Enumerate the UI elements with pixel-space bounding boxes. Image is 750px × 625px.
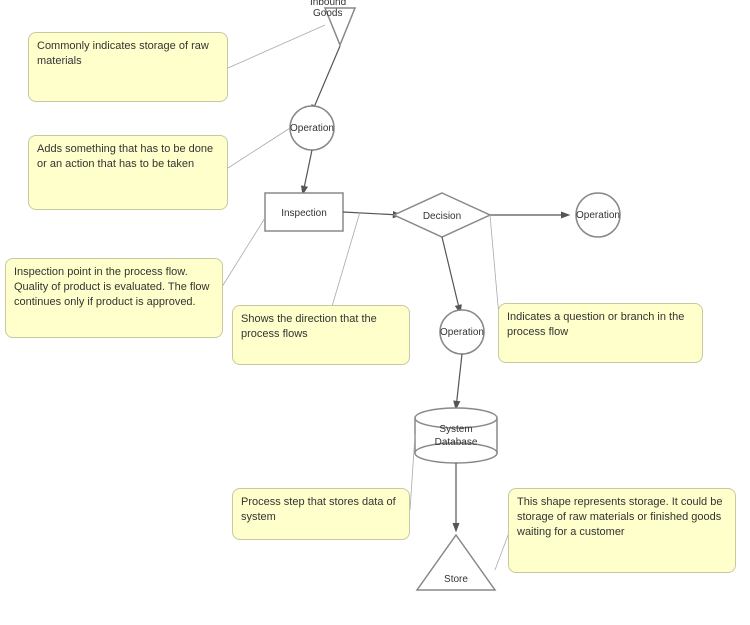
operation1-shape bbox=[290, 106, 334, 150]
connector-inspection-callout bbox=[220, 218, 265, 290]
callout-stores-data: Process step that stores data of system bbox=[232, 488, 410, 540]
arrow-inbound-to-op1 bbox=[312, 46, 340, 112]
arrow-decision-to-op3 bbox=[442, 237, 460, 312]
decision-shape bbox=[394, 193, 490, 237]
callout-storage: This shape represents storage. It could … bbox=[508, 488, 736, 573]
inspection-label: Inspection bbox=[281, 208, 327, 219]
operation3-shape bbox=[440, 310, 484, 354]
callout-direction: Shows the direction that the process flo… bbox=[232, 305, 410, 365]
callout-question: Indicates a question or branch in the pr… bbox=[498, 303, 703, 363]
callout-action: Adds something that has to be done or an… bbox=[28, 135, 228, 210]
operation3-label: Operation bbox=[440, 327, 484, 338]
callout-raw-materials: Commonly indicates storage of raw materi… bbox=[28, 32, 228, 102]
inbound-goods-label-bot: Goods bbox=[313, 8, 342, 19]
store-label: Store bbox=[444, 574, 468, 585]
database-bottom bbox=[415, 443, 497, 463]
operation2-shape bbox=[576, 193, 620, 237]
database-top bbox=[415, 408, 497, 428]
operation2-label: Operation bbox=[576, 210, 620, 221]
store-shape bbox=[417, 535, 495, 590]
decision-label: Decision bbox=[423, 211, 461, 222]
operation1-label: Operation bbox=[290, 123, 334, 134]
inbound-goods-label-top: Inbound bbox=[310, 0, 346, 8]
inbound-goods-shape bbox=[325, 8, 355, 45]
inspection-shape bbox=[265, 193, 343, 231]
database-label-2: Database bbox=[435, 437, 478, 448]
connector-op1-callout bbox=[228, 128, 290, 168]
database-body bbox=[415, 418, 497, 453]
connector-db-callout bbox=[410, 435, 415, 510]
arrow-op1-to-inspection bbox=[303, 150, 312, 193]
callout-inspection: Inspection point in the process flow. Qu… bbox=[5, 258, 223, 338]
arrow-op3-to-db bbox=[456, 354, 462, 408]
arrow-inspection-to-decision bbox=[343, 212, 400, 215]
diagram-canvas: Inbound Goods Operation Inspection Decis… bbox=[0, 0, 750, 625]
connector-inbound-callout bbox=[228, 25, 325, 68]
database-label-1: System bbox=[439, 424, 472, 435]
